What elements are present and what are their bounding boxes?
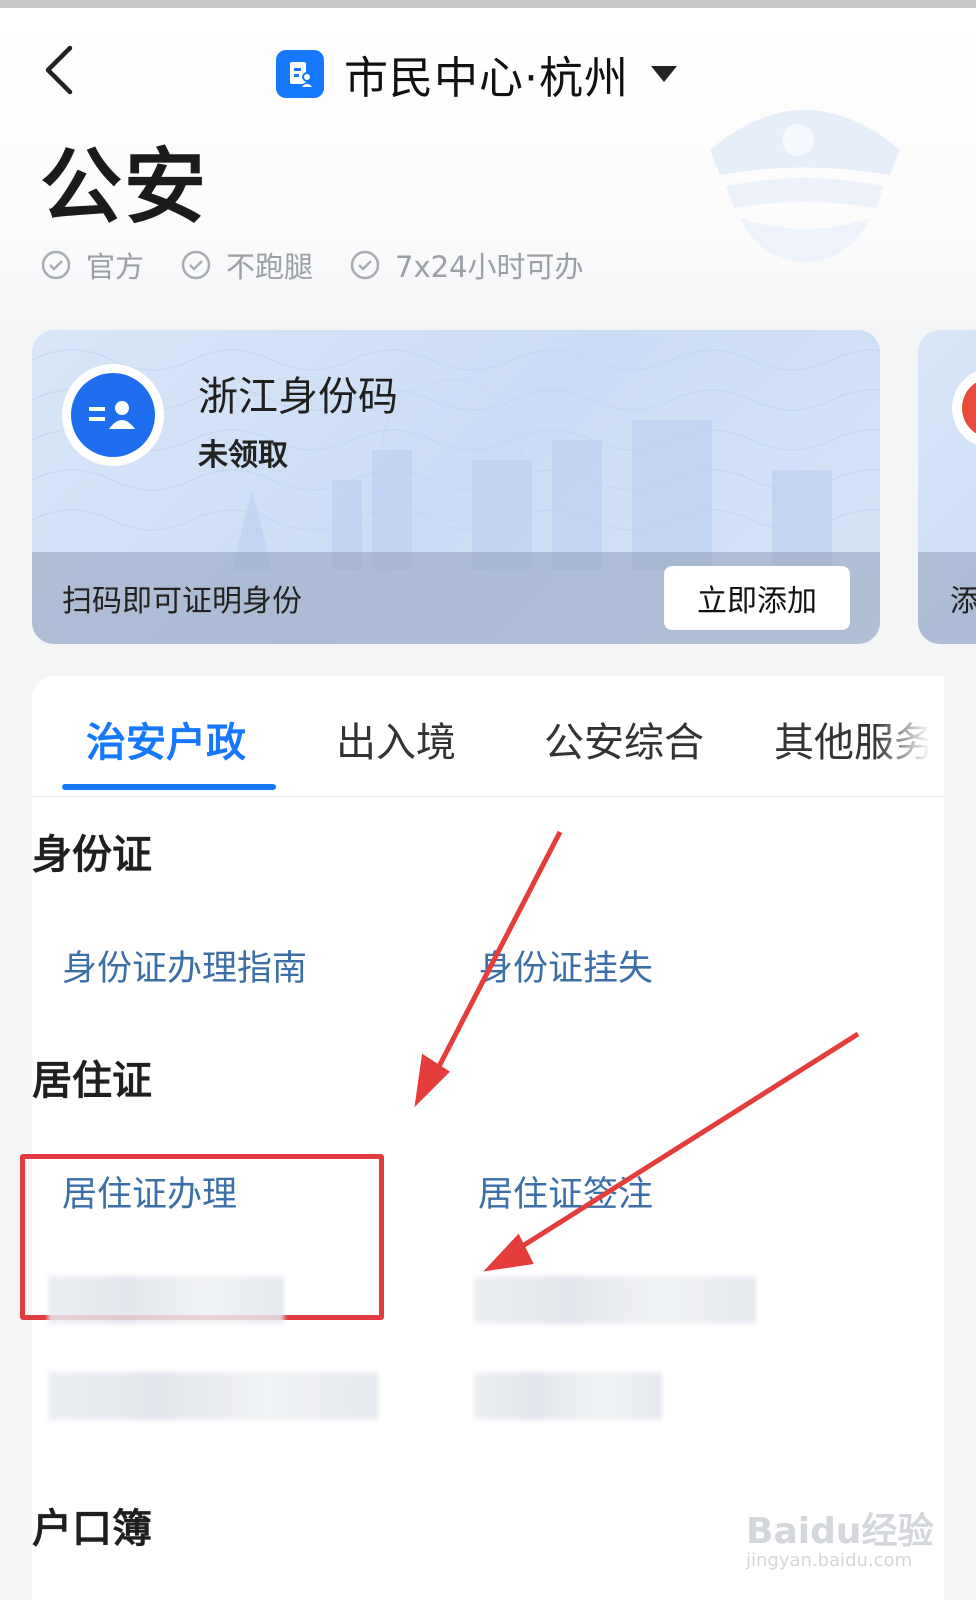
link-id-card-report-loss[interactable]: 身份证挂失 bbox=[478, 940, 653, 991]
status-bar-edge bbox=[0, 0, 976, 8]
id-code-logo bbox=[62, 364, 164, 466]
back-arrow-icon bbox=[45, 45, 73, 95]
tab-public-security[interactable]: 治安户政 bbox=[86, 710, 246, 768]
next-card[interactable]: 添 bbox=[918, 330, 976, 644]
watermark-url: jingyan.baidu.com bbox=[746, 1550, 913, 1571]
section-title-household: 户口簿 bbox=[32, 1506, 152, 1552]
link-residence-permit-endorse[interactable]: 居住证签注 bbox=[478, 1166, 653, 1217]
next-card-logo bbox=[952, 368, 976, 448]
tag-label: 7x24小时可办 bbox=[395, 250, 584, 284]
site-watermark: Baidu经验 jingyan.baidu.com bbox=[746, 1502, 933, 1571]
tabs-fade bbox=[874, 676, 944, 794]
blurred-link bbox=[474, 1372, 662, 1420]
tab-general[interactable]: 公安综合 bbox=[544, 710, 704, 768]
watermark-brand: Baidu经验 bbox=[746, 1511, 934, 1552]
services-panel: 治安户政 出入境 公安综合 其他服务 bbox=[32, 676, 944, 1600]
page-title: 公安 bbox=[40, 140, 209, 235]
add-now-button[interactable]: 立即添加 bbox=[664, 566, 850, 630]
blurred-link bbox=[474, 1276, 756, 1324]
next-card-label: 添 bbox=[950, 584, 976, 619]
police-cap-icon bbox=[710, 110, 900, 262]
tag-label: 不跑腿 bbox=[226, 250, 314, 284]
check-circle-icon bbox=[350, 250, 380, 280]
caret-down-icon bbox=[651, 66, 677, 82]
link-id-card-guide[interactable]: 身份证办理指南 bbox=[62, 940, 307, 991]
blurred-link bbox=[48, 1276, 284, 1324]
section-title-id-card: 身份证 bbox=[32, 832, 152, 878]
tag-24-7: 7x24小时可办 bbox=[349, 244, 584, 286]
category-tabs: 治安户政 出入境 公安综合 其他服务 bbox=[32, 676, 944, 797]
card-status: 未领取 bbox=[198, 438, 288, 473]
service-tags: 官方 不跑腿 7x24小时可办 bbox=[40, 244, 620, 286]
blurred-link bbox=[48, 1372, 378, 1420]
active-tab-indicator bbox=[62, 784, 276, 790]
tag-label: 官方 bbox=[86, 250, 145, 284]
tag-official: 官方 bbox=[40, 244, 144, 286]
back-button[interactable] bbox=[38, 40, 86, 100]
card-hint: 扫码即可证明身份 bbox=[62, 584, 302, 619]
tag-no-errand: 不跑腿 bbox=[180, 244, 313, 286]
check-circle-icon bbox=[181, 250, 211, 280]
card-title: 浙江身份码 bbox=[198, 374, 398, 420]
nav-title: 市民中心·杭州 bbox=[344, 53, 629, 104]
id-card-icon bbox=[89, 401, 135, 429]
section-title-residence: 居住证 bbox=[32, 1058, 152, 1104]
citizen-center-icon bbox=[276, 50, 324, 98]
location-selector[interactable]: 市民中心·杭州 bbox=[276, 44, 677, 104]
check-circle-icon bbox=[41, 250, 71, 280]
tab-entry-exit[interactable]: 出入境 bbox=[336, 710, 456, 768]
id-code-card[interactable]: 浙江身份码 未领取 扫码即可证明身份 立即添加 bbox=[32, 330, 880, 644]
